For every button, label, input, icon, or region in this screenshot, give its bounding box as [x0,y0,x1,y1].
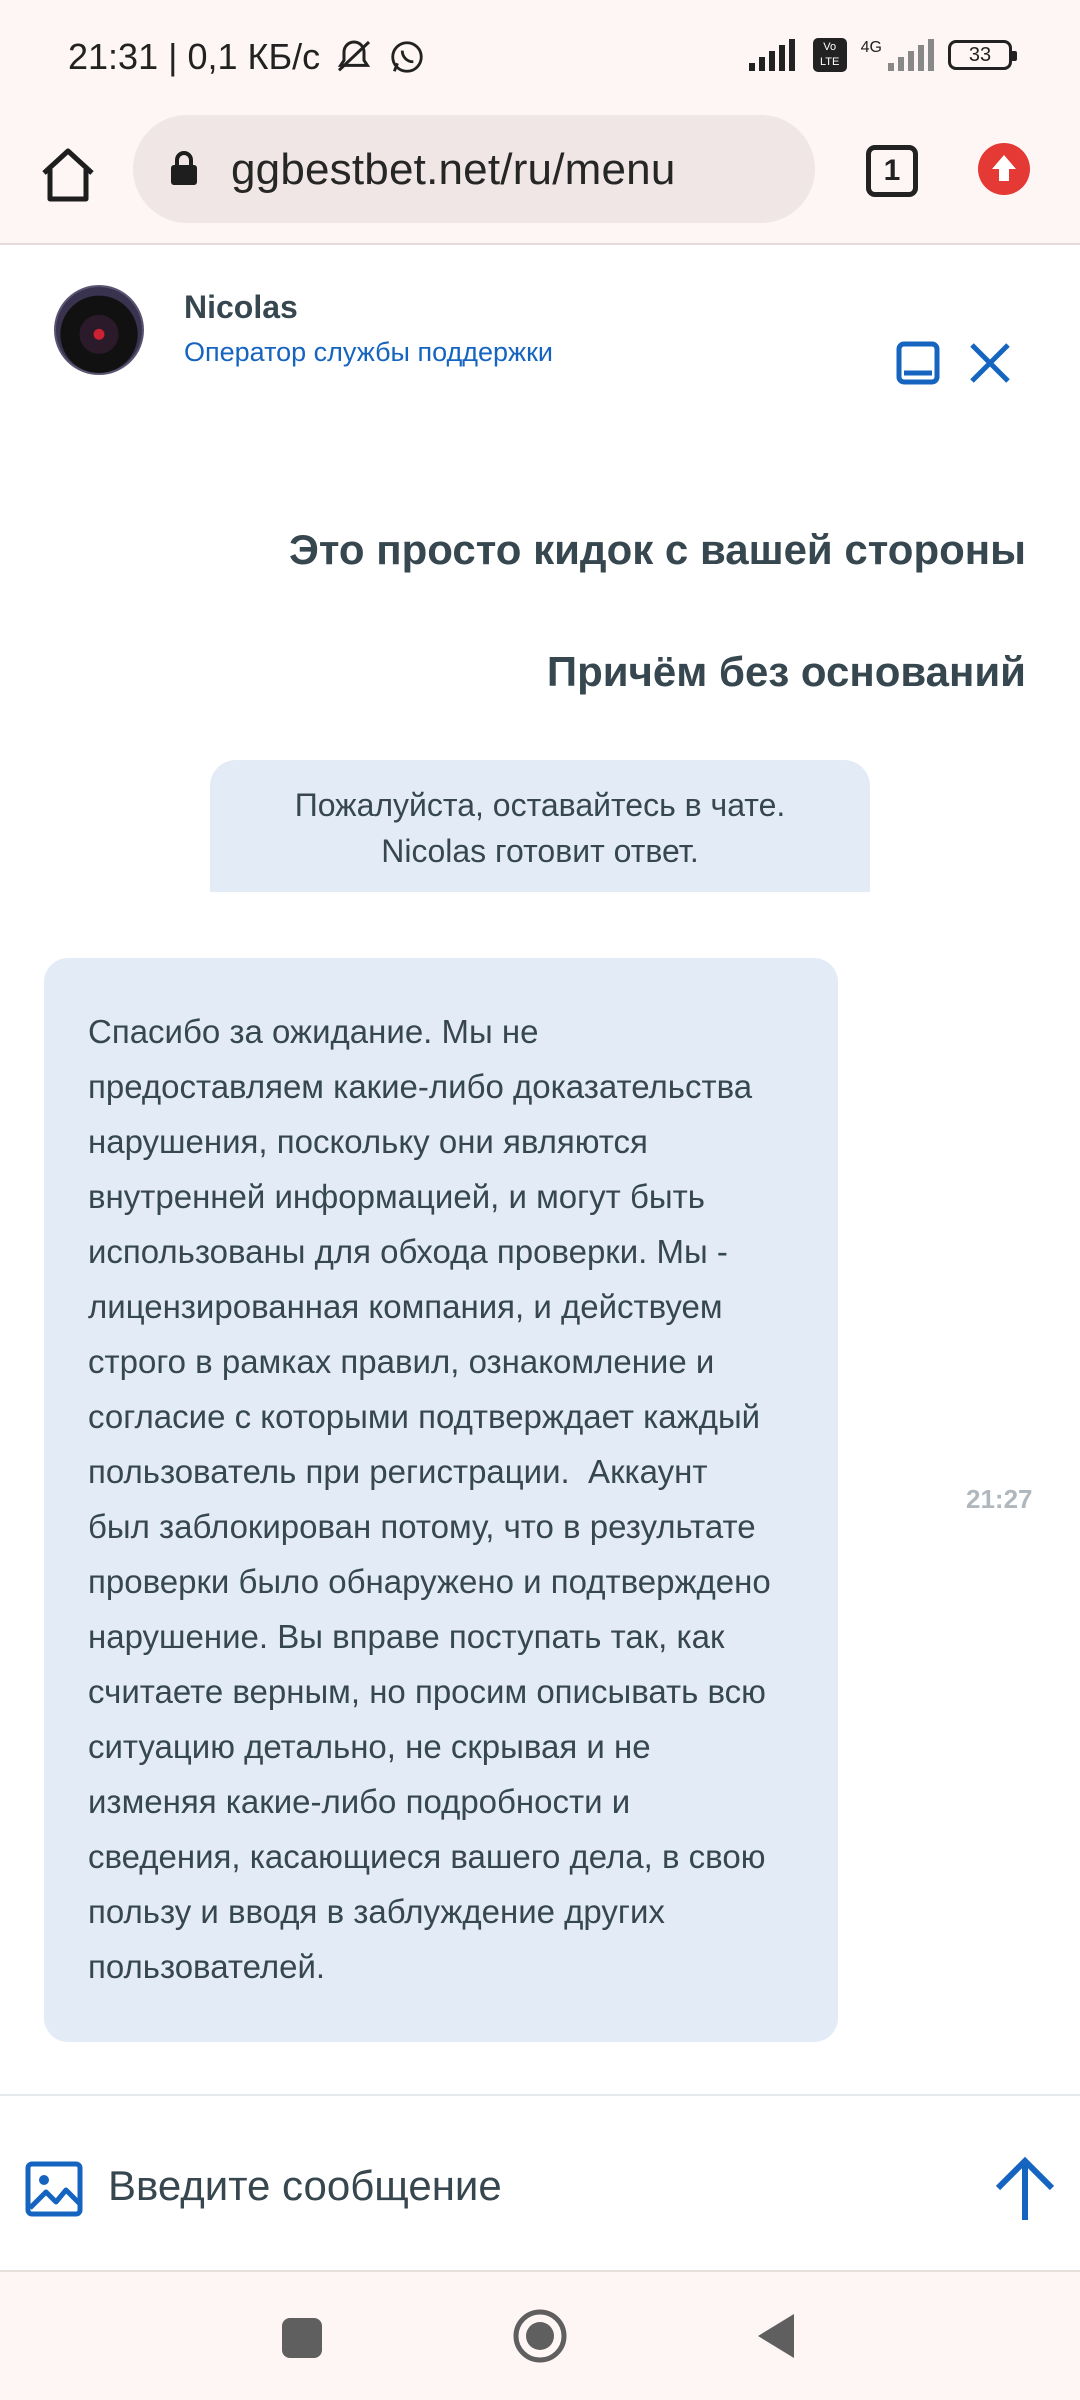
signal-icon-2 [888,39,934,71]
url-text[interactable]: ggbestbet.net/ru/menu [231,145,676,195]
browser-toolbar: ggbestbet.net/ru/menu 1 [0,115,1080,245]
address-bar[interactable]: ggbestbet.net/ru/menu [133,115,815,223]
volte-badge: Vo LTE [812,38,847,72]
recents-button[interactable] [282,2318,322,2358]
system-note-text: Пожалуйста, оставайтесь в чате. Nicolas … [294,787,786,869]
status-right: Vo LTE 4G 33 [748,38,1017,72]
avatar [54,285,144,375]
send-arrow-icon[interactable] [990,2154,1060,2224]
home-icon[interactable] [36,143,100,207]
update-icon[interactable] [978,143,1030,195]
message-composer [0,2094,1080,2270]
tab-count: 1 [883,154,901,187]
battery-icon: 33 [948,40,1017,70]
status-bar: 21:31 | 0,1 КБ/с Vo LTE 4G 33 [0,0,1080,115]
status-time: 21:31 | 0,1 КБ/с [68,36,321,77]
message-time: 21:27 [966,1484,1033,1514]
minimize-icon[interactable] [896,341,940,385]
status-left: 21:31 | 0,1 КБ/с [68,36,426,78]
operator-message: Спасибо за ожидание. Мы не предоставляем… [44,958,838,2042]
whatsapp-icon [391,41,423,73]
image-attach-icon[interactable] [24,2158,84,2218]
chat-header: Nicolas Оператор службы поддержки [0,245,1080,425]
user-message: Это просто кидок с вашей стороны [289,526,1026,573]
network-type-label: 4G [860,39,882,56]
tabs-button[interactable]: 1 [866,145,918,197]
back-nav-icon[interactable] [754,2310,798,2362]
system-note: Пожалуйста, оставайтесь в чате. Nicolas … [210,760,870,892]
close-icon[interactable] [966,339,1014,387]
signal-icon [748,39,795,71]
agent-role: Оператор службы поддержки [184,337,554,367]
lock-icon [171,151,197,185]
agent-name: Nicolas [184,289,298,325]
mute-icon [337,40,371,72]
home-nav-icon[interactable] [512,2308,568,2364]
system-nav-bar [0,2270,1080,2400]
message-input[interactable] [108,2156,948,2216]
user-message: Причём без оснований [546,648,1026,695]
battery-level: 33 [968,43,992,66]
